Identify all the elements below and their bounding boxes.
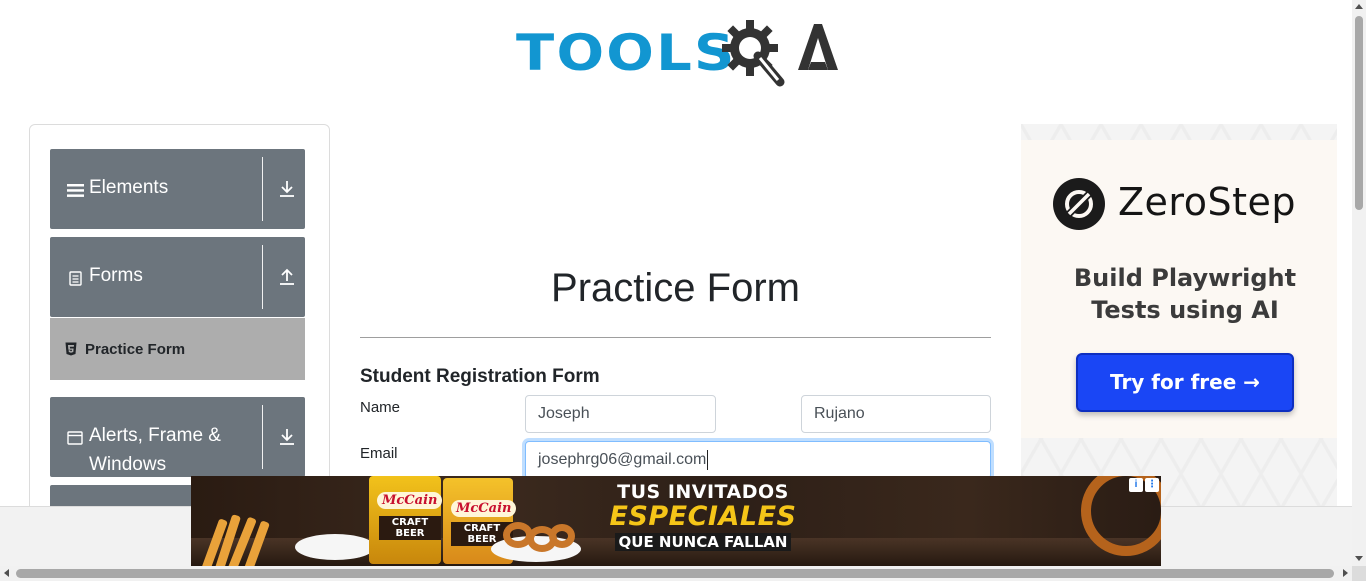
name-label: Name <box>360 399 401 416</box>
divider <box>360 337 991 338</box>
info-icon[interactable]: i <box>1129 478 1143 492</box>
divider <box>262 245 263 309</box>
email-value: josephrg06@gmail.com <box>538 451 707 468</box>
ad-tagline: Build Playwright Tests using AI <box>1040 262 1330 326</box>
sidebar-item-label: Practice Form <box>85 341 186 358</box>
email-label: Email <box>360 445 398 462</box>
form-heading: Student Registration Form <box>360 366 600 387</box>
more-vertical-icon[interactable]: ⋮ <box>1145 478 1159 492</box>
fries-plate <box>295 534 375 560</box>
text-cursor <box>707 449 709 470</box>
sidebar-group-label-line2: Windows <box>89 454 167 475</box>
scroll-up-icon[interactable] <box>1355 4 1363 9</box>
banner-headline: TUS INVITADOS ESPECIALES QUE NUNCA FALLA… <box>603 482 803 551</box>
document-icon <box>66 269 84 287</box>
scroll-left-icon[interactable] <box>4 569 9 577</box>
product-brand: McCain <box>377 492 443 509</box>
banner-headline-line3: QUE NUNCA FALLAN <box>614 533 792 551</box>
vertical-scrollbar[interactable] <box>1352 0 1366 566</box>
logo-letter-a <box>798 24 838 70</box>
hamburger-icon <box>66 181 84 199</box>
sidebar-group-label: Alerts, Frame & <box>89 425 221 446</box>
arrow-down-icon[interactable] <box>278 427 298 449</box>
banner-headline-line2: ESPECIALES <box>609 501 797 532</box>
page-title: Practice Form <box>551 266 800 310</box>
gear-magnifier-icon <box>722 20 785 87</box>
first-name-input[interactable]: Joseph <box>525 395 716 433</box>
scroll-down-icon[interactable] <box>1355 556 1363 561</box>
page: TOOLS Elements Forms Practice Form Alert… <box>0 0 1366 581</box>
bottom-banner-ad[interactable]: McCain CRAFT BEER McCain CRAFT BEER TUS … <box>191 476 1161 566</box>
email-input[interactable]: josephrg06@gmail.com <box>525 441 991 479</box>
arrow-down-icon[interactable] <box>278 179 298 201</box>
sidebar-group-label: Forms <box>89 265 143 286</box>
sidebar-item-practice-form[interactable]: Practice Form <box>50 318 305 380</box>
ad-tagline-line1: Build Playwright <box>1073 264 1297 292</box>
toolsqa-logo[interactable]: TOOLS <box>516 16 838 90</box>
scrollbar-corner <box>1352 566 1366 581</box>
logo-text: TOOLS <box>516 24 737 82</box>
divider <box>262 405 263 469</box>
vertical-scroll-thumb[interactable] <box>1355 16 1363 210</box>
horizontal-scroll-thumb[interactable] <box>16 569 1334 578</box>
zerostep-logo-icon <box>1053 178 1105 230</box>
sidebar-group-forms[interactable]: Forms <box>50 237 305 317</box>
ad-brand-name: ZeroStep <box>1118 180 1296 224</box>
sidebar-group-alerts[interactable]: Alerts, Frame & Windows <box>50 397 305 477</box>
try-for-free-button[interactable]: Try for free → <box>1076 353 1294 412</box>
ad-tagline-line2: Tests using AI <box>1091 296 1279 324</box>
html5-icon <box>65 342 77 356</box>
horizontal-scrollbar[interactable] <box>0 566 1366 581</box>
sidebar-group-elements[interactable]: Elements <box>50 149 305 229</box>
sidebar-group-label: Elements <box>89 177 169 198</box>
product-name: CRAFT BEER <box>379 516 441 540</box>
scroll-right-icon[interactable] <box>1343 569 1348 577</box>
divider <box>262 157 263 221</box>
onion-ring-decoration <box>549 524 575 548</box>
banner-headline-line1: TUS INVITADOS <box>617 481 789 503</box>
window-icon <box>66 429 84 447</box>
product-bag-1: McCain CRAFT BEER <box>369 476 443 564</box>
last-name-input[interactable]: Rujano <box>801 395 991 433</box>
arrow-up-icon[interactable] <box>278 267 298 289</box>
product-brand: McCain <box>451 500 517 517</box>
